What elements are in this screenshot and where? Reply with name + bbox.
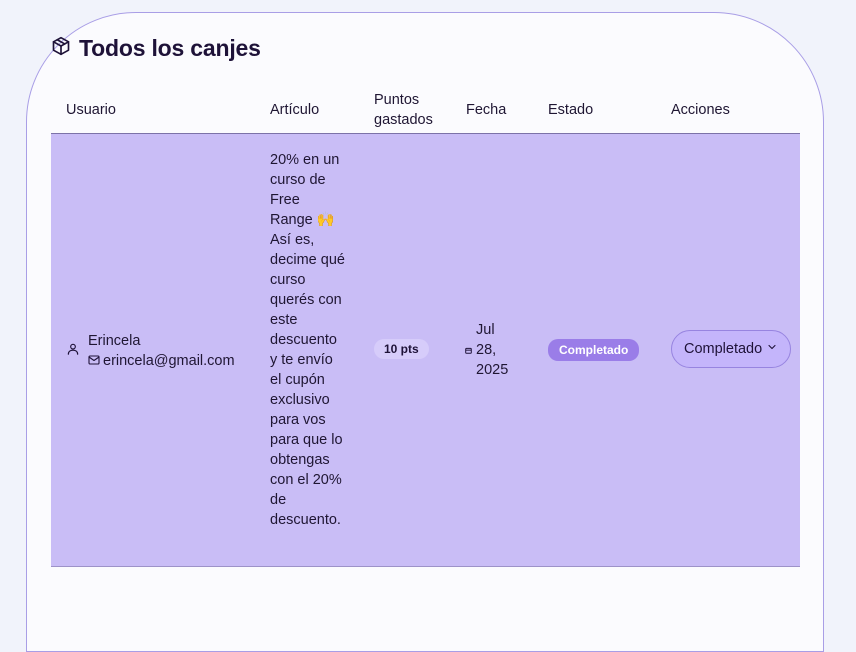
user-name: Erincela	[88, 333, 141, 349]
user-cell: Erincela erincela@gmail.com	[66, 331, 235, 371]
user-email: erincela@gmail.com	[103, 353, 235, 369]
header-acciones: Acciones	[671, 101, 730, 118]
user-email-line: erincela@gmail.com	[88, 351, 235, 371]
status-badge: Completado	[548, 339, 640, 361]
header-estado[interactable]: Estado	[548, 86, 593, 133]
header-usuario[interactable]: Usuario	[66, 86, 116, 133]
table-row[interactable]: Erincela erincela@gmail.com 20% en un cu…	[51, 134, 800, 567]
mail-icon	[88, 351, 100, 371]
date-cell: Jul 28, 2025	[465, 320, 516, 380]
chevron-down-icon	[766, 341, 778, 357]
header-fecha[interactable]: Fecha	[466, 86, 506, 133]
section-header: Todos los canjes	[51, 35, 261, 62]
package-icon	[51, 36, 71, 61]
user-icon	[66, 342, 80, 360]
redeem-date: Jul 28, 2025	[476, 322, 509, 378]
points-badge: 10 pts	[374, 339, 429, 359]
header-articulo[interactable]: Artículo	[270, 86, 319, 133]
action-select-value: Completado	[684, 341, 763, 357]
canjes-table: Usuario Artículo Puntos gastados Fecha E…	[51, 86, 800, 567]
page-title: Todos los canjes	[79, 35, 261, 61]
header-puntos[interactable]: Puntos gastados	[374, 86, 444, 133]
action-select[interactable]: Completado	[671, 330, 791, 368]
table-header: Usuario Artículo Puntos gastados Fecha E…	[51, 86, 800, 134]
article-description: 20% en un curso de Free Range 🙌 Así es, …	[270, 152, 345, 528]
calendar-icon	[465, 342, 472, 358]
